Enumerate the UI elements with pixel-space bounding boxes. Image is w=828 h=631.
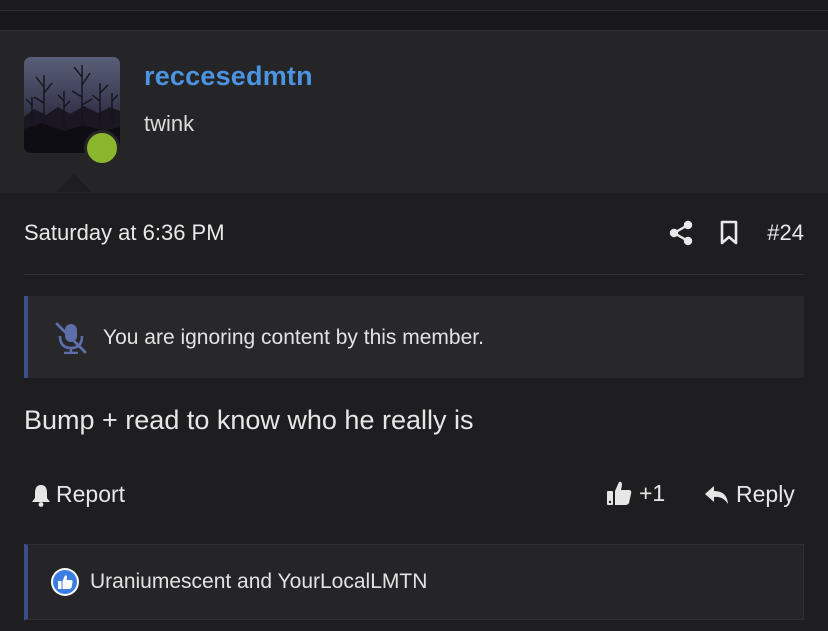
report-label: Report — [56, 481, 126, 507]
bookmark-icon[interactable] — [719, 220, 739, 246]
online-status-indicator — [84, 130, 120, 166]
header-pointer — [56, 174, 92, 192]
bell-icon — [30, 483, 52, 507]
share-icon[interactable] — [669, 220, 693, 246]
muted-microphone-icon — [54, 322, 88, 359]
reply-button[interactable]: Reply — [704, 481, 795, 508]
like-reaction-icon — [50, 567, 80, 602]
post-timestamp[interactable]: Saturday at 6:36 PM — [24, 220, 225, 246]
reply-arrow-icon — [704, 484, 730, 506]
reactions-bar[interactable]: Uraniumescent and YourLocalLMTN — [24, 544, 804, 620]
divider — [24, 274, 804, 275]
top-bar — [0, 0, 828, 11]
user-title: twink — [144, 111, 195, 136]
section-gap — [0, 11, 828, 30]
like-button[interactable]: +1 — [605, 479, 665, 507]
post-number-link[interactable]: #24 — [767, 220, 804, 246]
like-count: +1 — [639, 479, 666, 506]
username[interactable]: reccesedmtn — [144, 61, 313, 92]
reply-label: Reply — [736, 481, 795, 507]
post-user-header: reccesedmtn twink — [0, 30, 828, 193]
ignored-content-notice[interactable]: You are ignoring content by this member. — [24, 296, 804, 378]
reaction-users-list[interactable]: Uraniumescent and YourLocalLMTN — [90, 570, 427, 594]
post-body: Bump + read to know who he really is — [24, 405, 474, 435]
thumbs-up-icon — [605, 479, 633, 507]
report-button[interactable]: Report — [30, 481, 125, 508]
post-meta-actions: #24 — [669, 219, 804, 247]
ignore-notice-text: You are ignoring content by this member. — [103, 326, 484, 349]
